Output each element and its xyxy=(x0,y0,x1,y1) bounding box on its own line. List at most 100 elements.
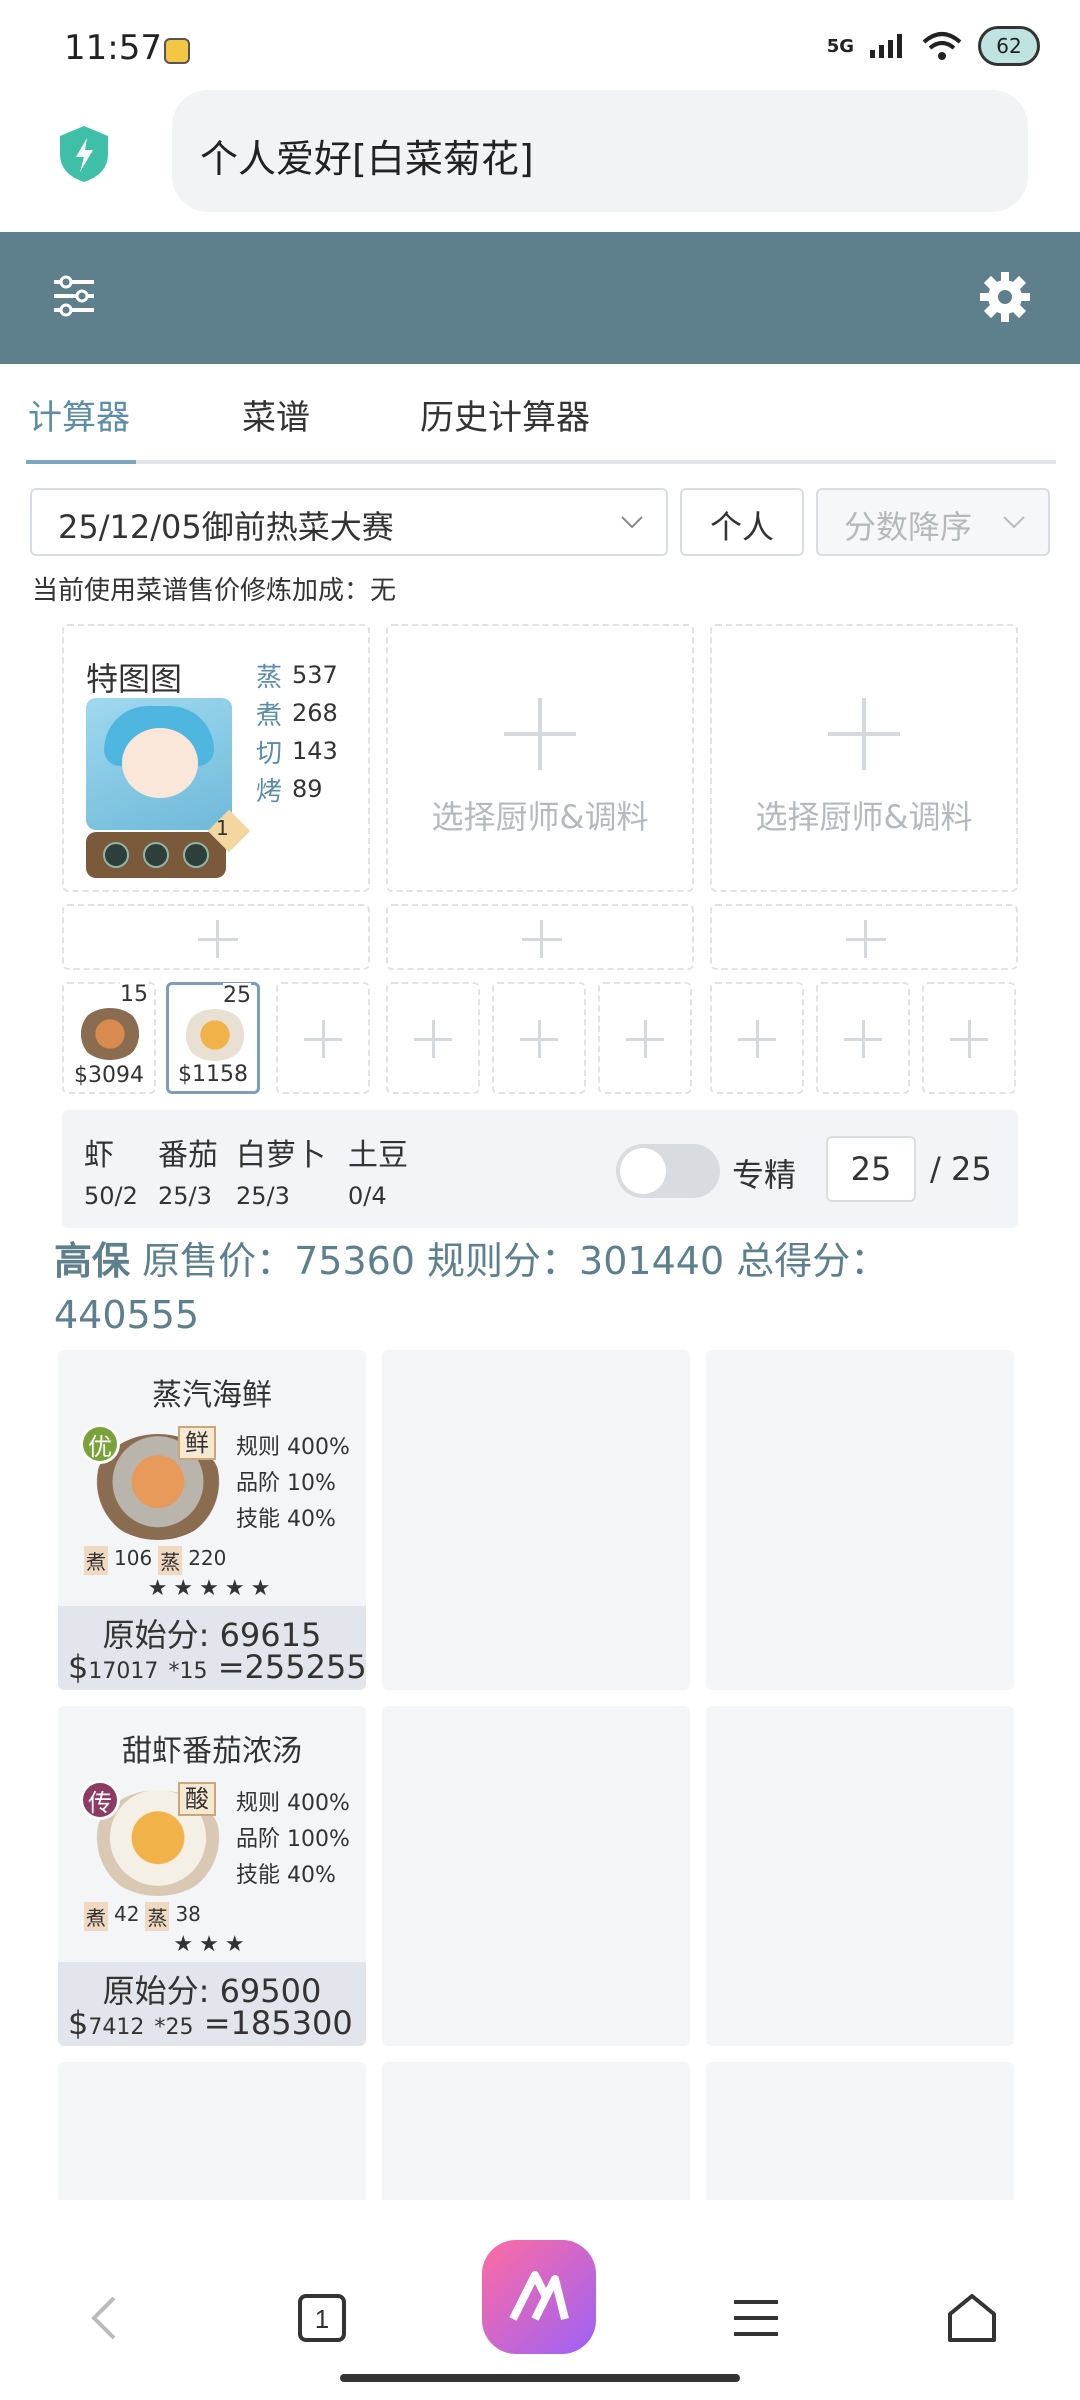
add-recipe-slot[interactable] xyxy=(710,982,804,1094)
recipe-price: $1158 xyxy=(178,1062,248,1087)
result-title: 蒸汽海鲜 xyxy=(152,1378,272,1413)
select-chef-label: 选择厨师&调料 xyxy=(431,798,649,836)
ingredient-item: 虾 50/2 xyxy=(84,1130,138,1210)
home-indicator[interactable] xyxy=(340,2374,740,2382)
status-right: 5G 62 xyxy=(827,26,1040,66)
add-equipment-slot[interactable] xyxy=(62,904,370,970)
signal-icon xyxy=(870,34,902,58)
bonus-hint: 当前使用菜谱售价修炼加成：无 xyxy=(32,576,397,606)
ingredient-count: 25/3 xyxy=(236,1182,290,1210)
recipe-slot[interactable]: 25 $1158 xyxy=(166,982,260,1094)
contest-select-value: 25/12/05御前热菜大赛 xyxy=(58,508,394,546)
skill-value: 220 xyxy=(188,1546,227,1570)
skill-value: 42 xyxy=(114,1902,140,1926)
ingredient-panel: 虾 50/2 番茄 25/3 白萝卜 25/3 土豆 0/4 专精 25 / 2… xyxy=(62,1110,1018,1228)
add-recipe-slot[interactable] xyxy=(492,982,586,1094)
stat-value: 89 xyxy=(292,775,323,803)
wifi-icon xyxy=(922,32,962,60)
ingredient-name: 白萝卜 xyxy=(236,1138,326,1173)
result-card[interactable]: 蒸汽海鲜 优 鲜 规则 400% 品阶 10% 技能 40% 煮 106 蒸 220… xyxy=(58,1350,367,1690)
add-recipe-slot[interactable] xyxy=(922,982,1016,1094)
result-card-empty xyxy=(706,1350,1014,1690)
skill-value: 38 xyxy=(175,1902,201,1926)
home-icon[interactable] xyxy=(944,2290,1000,2346)
recipe-image xyxy=(183,1009,247,1061)
chef-stats: 蒸 537 煮 268 切 143 烤 89 xyxy=(256,656,338,808)
skill-value: 106 xyxy=(114,1546,153,1570)
rule-list: 规则 400% 品阶 100% 技能 40% xyxy=(236,1786,350,1894)
shield-icon[interactable] xyxy=(58,124,110,184)
chef-card[interactable]: 特图图 1 蒸 537 煮 268 切 143 烤 89 xyxy=(62,624,370,892)
ingredient-name: 番茄 xyxy=(158,1138,218,1173)
grade-badge: 传 xyxy=(80,1780,120,1820)
sort-select[interactable]: 分数降序 xyxy=(816,488,1050,556)
rule-item: 技能 40% xyxy=(236,1507,336,1532)
sort-select-value: 分数降序 xyxy=(844,508,973,546)
chef-equipment-slots[interactable] xyxy=(86,832,226,878)
app-header xyxy=(0,232,1080,364)
ingredient-item: 土豆 0/4 xyxy=(348,1130,408,1210)
multiplier: *15 xyxy=(168,1659,208,1684)
select-chef-slot[interactable]: 选择厨师&调料 xyxy=(710,624,1018,892)
menu-icon[interactable] xyxy=(728,2290,784,2346)
unit-price: 7412 xyxy=(88,2015,145,2040)
battery-icon: 62 xyxy=(978,26,1040,66)
rule-item: 技能 40% xyxy=(236,1863,336,1888)
result-card-empty xyxy=(706,1706,1014,2046)
chef-level: 1 xyxy=(216,816,229,840)
stat-value: 537 xyxy=(292,661,338,689)
skill-requirements: 煮 106 蒸 220 xyxy=(84,1546,226,1575)
add-recipe-slot[interactable] xyxy=(816,982,910,1094)
tab-bar: 计算器 菜谱 历史计算器 xyxy=(26,364,1056,464)
taste-badge: 鲜 xyxy=(178,1426,216,1460)
tab-history-calculator[interactable]: 历史计算器 xyxy=(420,390,590,439)
specialize-toggle[interactable] xyxy=(616,1144,720,1198)
stat-key: 切 xyxy=(256,738,283,769)
gear-icon[interactable] xyxy=(978,270,1032,324)
ingredient-count: 0/4 xyxy=(348,1182,387,1210)
result-card[interactable]: 甜虾番茄浓汤 传 酸 规则 400% 品阶 100% 技能 40% 煮 42 蒸3… xyxy=(58,1706,366,2046)
chef-name: 特图图 xyxy=(86,660,183,698)
score-total: 440555 xyxy=(54,1293,200,1337)
recipe-slot[interactable]: 15 $3094 xyxy=(62,982,156,1094)
stat-value: 143 xyxy=(292,737,338,765)
tab-underline xyxy=(26,460,136,464)
rule-item: 品阶 100% xyxy=(236,1827,350,1852)
stat-key: 煮 xyxy=(256,700,283,731)
browser-bar: 个人爱好[白菜菊花] xyxy=(0,90,1080,232)
tab-recipes[interactable]: 菜谱 xyxy=(242,390,310,439)
select-chef-label: 选择厨师&调料 xyxy=(755,798,973,836)
svg-text:1: 1 xyxy=(315,2304,329,2334)
add-recipe-slot[interactable] xyxy=(276,982,370,1094)
add-equipment-slot[interactable] xyxy=(710,904,1018,970)
skill-key: 煮 xyxy=(84,1546,108,1575)
score-text: 原售价：75360 规则分：301440 总得分： xyxy=(130,1239,889,1283)
add-recipe-slot[interactable] xyxy=(386,982,480,1094)
score-prefix: 高保 xyxy=(54,1239,131,1283)
address-bar[interactable]: 个人爱好[白菜菊花] xyxy=(172,90,1028,212)
result-card-empty xyxy=(382,1706,690,2046)
grade-badge: 优 xyxy=(80,1424,120,1464)
filter-menu-icon[interactable] xyxy=(52,274,96,318)
ingredient-count: 25/3 xyxy=(158,1182,212,1210)
page-title: 个人爱好[白菜菊花] xyxy=(200,137,534,181)
tabs-icon[interactable]: 1 xyxy=(294,2290,350,2346)
rule-list: 规则 400% 品阶 10% 技能 40% xyxy=(236,1430,350,1538)
tab-calculator[interactable]: 计算器 xyxy=(28,390,130,439)
stat-value: 268 xyxy=(292,699,338,727)
recipe-count: 15 xyxy=(120,982,148,1007)
back-icon[interactable] xyxy=(78,2290,134,2346)
ingredient-name: 虾 xyxy=(84,1138,114,1173)
add-equipment-slot[interactable] xyxy=(386,904,694,970)
result-card-empty xyxy=(58,2062,366,2212)
stat-key: 蒸 xyxy=(256,662,283,693)
quantity-input[interactable]: 25 xyxy=(826,1136,916,1202)
select-chef-slot[interactable]: 选择厨师&调料 xyxy=(386,624,694,892)
mode-button[interactable]: 个人 xyxy=(680,488,804,556)
assistant-button[interactable] xyxy=(482,2240,596,2354)
add-recipe-slot[interactable] xyxy=(598,982,692,1094)
ingredient-name: 土豆 xyxy=(348,1138,408,1173)
contest-select[interactable]: 25/12/05御前热菜大赛 xyxy=(30,488,668,556)
star-rating: ★★★★★ xyxy=(147,1576,277,1601)
notification-icon xyxy=(164,38,190,64)
